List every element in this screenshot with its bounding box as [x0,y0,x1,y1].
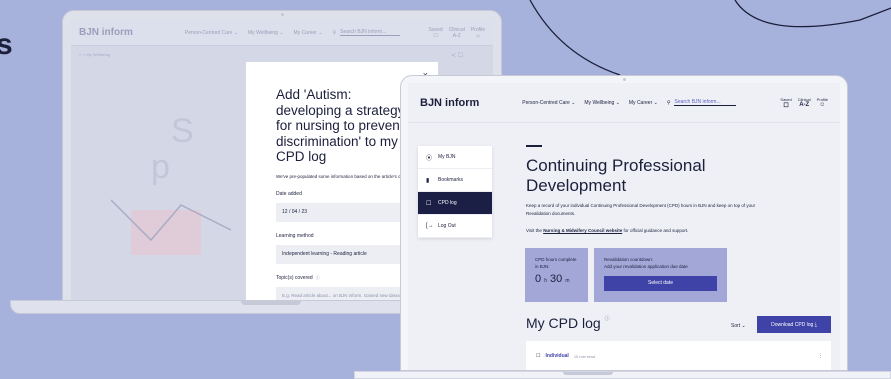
search-icon[interactable]: ⚲ [332,30,336,36]
camera [281,13,284,16]
right-laptop-base [354,371,891,379]
date-added-value: 12 / 04 / 23 [282,209,308,215]
profile-icon: ☺ [475,32,481,39]
site-header: BJN inform Person-Centred Care ⌄ My Well… [71,20,493,46]
menu-item-label: CPD log [438,200,457,206]
cpd-log-entry[interactable]: ☐ Individual 10 min read ⋮ [526,341,831,370]
entry-type: Individual [545,353,569,359]
search-input[interactable]: Search BJN inform... [674,99,737,106]
nav-person-centred-care[interactable]: Person-Centred Care ⌄ [185,30,238,36]
nav-my-career[interactable]: My Career ⌄ [629,100,658,106]
link-suffix: for official guidance and support. [622,228,689,233]
site-logo[interactable]: BJN inform [79,27,133,38]
learning-method-value: Independent learning - Reading article [282,251,367,257]
right-laptop-screen: BJN inform Person-Centred Care ⌄ My Well… [408,83,840,370]
nmc-website-link[interactable]: Nursing & Midwifery Council website [543,228,622,233]
clinical-button[interactable]: Clinical A-Z [798,97,811,109]
profile-label: Profile [816,96,828,102]
modal-title: Add 'Autism: developing a strategy for n… [276,87,405,164]
logout-icon: [→ [426,223,434,229]
nav-my-wellbeing[interactable]: My Wellbeing ⌄ [248,30,284,36]
cpd-hours-card: CPD hours complete in BJN: 0 h 30 m [525,248,588,302]
revalidation-label: Revalidation countdown: [604,257,654,262]
profile-button[interactable]: Profile ☺ [817,97,828,109]
title-accent [526,145,542,147]
saved-label: Saved [780,96,792,102]
nav-person-centred-care[interactable]: Person-Centred Care ⌄ [522,100,575,106]
cpd-hours-value: 0 h 30 m [535,273,578,285]
clinical-label: Clinical [797,96,811,102]
minutes: 30 [550,273,563,285]
hours-unit: h [544,278,547,284]
nav-my-wellbeing[interactable]: My Wellbeing ⌄ [584,100,620,106]
camera [623,78,626,81]
menu-item-label: Bookmarks [438,177,464,183]
breadcrumb-item[interactable]: My Wellbeing [86,52,110,57]
saved-icon: ☐ [783,102,789,109]
page-intro: Keep a record of your individual Continu… [526,203,756,216]
nmc-guidance-text: Visit the Nursing & Midwifery Council we… [526,228,796,233]
menu-item-bookmarks[interactable]: ▮ Bookmarks [418,169,492,192]
learning-method-label: Learning method [276,232,314,239]
user-icon: ⦿ [426,155,433,162]
date-added-field[interactable]: 12 / 04 / 23 🗓 [276,202,418,222]
link-prefix: Visit the [526,228,544,233]
bookmark-icon: ▮ [426,177,430,184]
profile-icon: ☺ [819,101,826,108]
more-options-icon[interactable]: ⋮ [818,353,823,359]
search-input[interactable]: Search BJN inform... [340,29,401,36]
select-date-button[interactable]: Select date [604,276,717,291]
menu-item-label: Log Out [438,223,456,229]
cpd-log-title: My CPD log [526,315,601,331]
topics-covered-text: Topic(s) covered [276,274,313,281]
breadcrumb: ⌂ ›› My Wellbeing [79,52,111,57]
date-added-label: Date added [276,190,302,197]
profile-button[interactable]: Profile ☺ [471,27,485,39]
menu-item-label: My BJN [438,154,456,160]
nav-my-career[interactable]: My Career ⌄ [294,30,323,36]
sort-dropdown[interactable]: Sort ⌄ [731,323,746,329]
entry-read-time: 10 min read [573,353,595,359]
menu-item-cpd-log[interactable]: ☐ CPD log [418,192,492,215]
book-icon: ☐ [426,200,432,207]
book-icon: ☐ [536,353,541,359]
menu-item-my-bjn[interactable]: ⦿ My BJN [418,146,492,169]
account-menu: ⦿ My BJN ▮ Bookmarks ☐ CPD log [→ Log Out [418,146,492,238]
clinical-button[interactable]: Clinical A-Z [449,27,465,39]
az-icon: A-Z [452,32,461,39]
background-heading-ghost: S [171,112,196,150]
base-notch [241,301,301,305]
info-icon[interactable]: ⓘ [605,316,610,322]
page-title: Continuing Professional Development [526,156,706,195]
modal-intro: We've pre-populated some information bas… [276,173,414,179]
revalidation-text: Add your revalidation application due da… [604,264,688,269]
learning-method-select[interactable]: Independent learning - Reading article ⌄ [276,244,418,264]
menu-item-log-out[interactable]: [→ Log Out [418,215,492,238]
site-logo[interactable]: BJN inform [420,97,479,109]
saved-icon: ☐ [433,32,438,39]
topics-covered-label: Topic(s) covered ⓘ [276,275,418,281]
share-icon[interactable]: ≺ ☐ [451,52,463,59]
download-cpd-log-button[interactable]: Download CPD log ⤓ [757,316,831,333]
base-notch [563,372,613,375]
az-icon: A-Z [799,101,810,108]
right-laptop: BJN inform Person-Centred Care ⌄ My Well… [400,75,848,371]
saved-button[interactable]: Saved ☐ [429,27,443,39]
hours: 0 [535,273,542,285]
cpd-hours-label: CPD hours complete in BJN: [535,257,577,269]
revalidation-card: Revalidation countdown: Add your revalid… [594,248,727,302]
minutes-unit: m [565,278,570,284]
info-icon[interactable]: ⓘ [316,275,320,280]
cpd-log-heading: My CPD log ⓘ [526,315,610,331]
site-header: BJN inform Person-Centred Care ⌄ My Well… [408,83,840,123]
saved-button[interactable]: Saved ☐ [780,97,791,109]
search-icon[interactable]: ⚲ [667,100,671,106]
